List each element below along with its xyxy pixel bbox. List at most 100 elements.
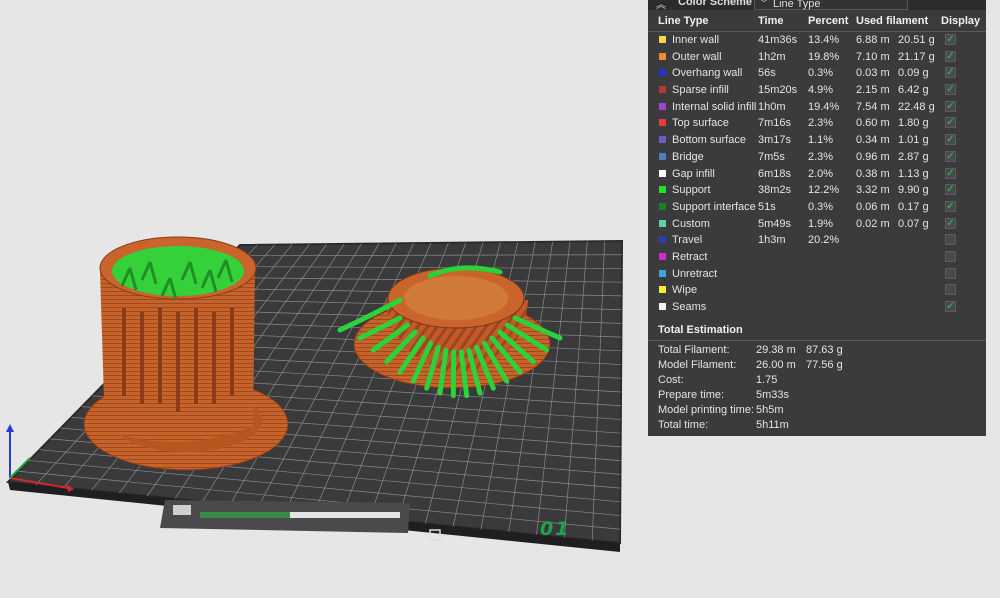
chevron-down-icon: ﹀ — [759, 0, 769, 10]
line-type-weight: 2.87 g — [898, 150, 929, 163]
total-value-length: 26.00 m — [756, 359, 796, 371]
plate-strip-icon-left — [173, 505, 191, 515]
line-type-length: 0.60 m — [856, 117, 890, 130]
line-type-name: Gap infill — [672, 167, 715, 180]
color-swatch — [659, 119, 666, 127]
display-checkbox[interactable]: ✓ — [945, 50, 956, 62]
collapse-icon[interactable]: ︽ — [656, 0, 666, 11]
line-type-row: Support interface 51s 0.3% 0.06 m 0.17 g ✓ — [648, 199, 986, 216]
plate-strip-bar-fill — [200, 512, 290, 518]
dome-top-inner — [404, 276, 508, 320]
total-label: Model printing time: — [658, 404, 754, 416]
display-checkbox[interactable] — [945, 234, 956, 246]
display-checkbox[interactable] — [945, 267, 956, 279]
line-type-name: Support — [672, 184, 711, 197]
color-scheme-select[interactable]: ﹀ Line Type — [754, 0, 908, 10]
line-type-percent: 0.3% — [808, 67, 834, 80]
line-type-weight: 6.42 g — [898, 84, 929, 97]
header-used-filament: Used filament — [856, 15, 929, 27]
color-swatch — [659, 36, 666, 43]
total-label: Total Filament: — [658, 344, 730, 356]
line-type-length: 7.10 m — [856, 50, 890, 63]
line-type-name: Outer wall — [672, 50, 722, 63]
header-line-type: Line Type — [658, 15, 709, 27]
display-checkbox[interactable]: ✓ — [945, 100, 956, 112]
color-swatch — [659, 286, 666, 294]
cup-slot — [212, 312, 216, 404]
display-checkbox[interactable]: ✓ — [945, 217, 956, 229]
line-type-name: Retract — [672, 250, 708, 263]
line-type-time: 1h2m — [758, 50, 786, 63]
line-type-percent: 2.3% — [808, 117, 834, 130]
line-type-percent: 1.1% — [808, 134, 834, 147]
line-type-time: 1h3m — [758, 234, 786, 247]
line-type-percent: 19.4% — [808, 100, 840, 113]
color-swatch — [659, 152, 666, 160]
display-checkbox[interactable]: ✓ — [945, 167, 956, 179]
total-value-length: 29.38 m — [756, 344, 796, 356]
display-checkbox[interactable]: ✓ — [945, 84, 956, 96]
total-value-weight: 77.56 g — [806, 359, 843, 371]
line-type-weight: 0.07 g — [898, 217, 929, 230]
color-swatch — [659, 52, 666, 60]
color-swatch — [659, 269, 666, 277]
line-type-row: Bottom surface 3m17s 1.1% 0.34 m 1.01 g ✓ — [648, 132, 986, 149]
color-swatch — [659, 136, 666, 144]
line-type-weight: 1.01 g — [898, 134, 929, 147]
display-checkbox[interactable]: ✓ — [945, 150, 956, 162]
total-label: Model Filament: — [658, 359, 737, 371]
line-type-row: Wipe — [648, 282, 986, 299]
line-type-weight: 21.17 g — [898, 50, 935, 63]
line-type-percent: 20.2% — [808, 234, 840, 247]
line-type-name: Travel — [672, 234, 703, 247]
line-type-row: Outer wall 1h2m 19.8% 7.10 m 21.17 g ✓ — [648, 49, 986, 66]
total-value: 5h11m — [756, 419, 789, 431]
line-type-weight: 1.13 g — [898, 167, 929, 180]
color-swatch — [659, 202, 666, 210]
line-type-name: Seams — [672, 301, 707, 313]
line-type-row: Internal solid infill 1h0m 19.4% 7.54 m 22.4… — [648, 99, 986, 116]
total-divider — [648, 340, 986, 341]
line-type-time: 5m49s — [758, 217, 792, 230]
total-value: 5m33s — [756, 389, 790, 401]
line-type-name: Overhang wall — [672, 67, 743, 80]
line-type-name: Sparse infill — [672, 84, 729, 97]
display-checkbox[interactable]: ✓ — [945, 184, 956, 196]
total-label: Total time: — [658, 419, 709, 431]
line-type-weight: 20.51 g — [898, 34, 935, 46]
color-swatch — [659, 169, 666, 177]
cup-slot — [140, 312, 144, 404]
line-type-length: 0.96 m — [856, 150, 890, 163]
header-display: Display — [941, 15, 981, 27]
line-type-time: 15m20s — [758, 84, 798, 97]
cup-slot — [176, 312, 180, 412]
line-type-percent: 12.2% — [808, 184, 840, 197]
line-type-row: Bridge 7m5s 2.3% 0.96 m 2.87 g ✓ — [648, 149, 986, 166]
line-type-row: Seams ✓ — [648, 299, 986, 316]
display-checkbox[interactable]: ✓ — [945, 301, 956, 312]
line-type-row: Overhang wall 56s 0.3% 0.03 m 0.09 g ✓ — [648, 65, 986, 82]
display-checkbox[interactable]: ✓ — [945, 67, 956, 79]
plate-number-label: 01 — [540, 518, 571, 540]
line-type-weight: 9.90 g — [898, 184, 929, 197]
display-checkbox[interactable]: ✓ — [945, 34, 956, 45]
color-swatch — [659, 236, 666, 244]
line-type-name: Support interface — [672, 200, 756, 213]
line-type-length: 0.38 m — [856, 167, 890, 180]
line-type-weight: 22.48 g — [898, 100, 935, 113]
line-type-length: 0.02 m — [856, 217, 890, 230]
line-type-name: Unretract — [672, 267, 718, 280]
display-checkbox[interactable]: ✓ — [945, 200, 956, 212]
display-checkbox[interactable]: ✓ — [945, 134, 956, 146]
line-type-list: Inner wall 41m36s 13.4% 6.88 m 20.51 g ✓ Oute… — [648, 32, 986, 316]
axis-z-arrow — [6, 424, 14, 432]
line-type-name: Inner wall — [672, 34, 720, 46]
line-type-time: 3m17s — [758, 134, 792, 147]
line-type-name: Top surface — [672, 117, 729, 130]
line-type-percent: 1.9% — [808, 217, 834, 230]
cup-slot — [122, 308, 126, 396]
cup-slot — [158, 308, 162, 404]
display-checkbox[interactable]: ✓ — [945, 117, 956, 129]
display-checkbox[interactable] — [945, 250, 956, 262]
display-checkbox[interactable] — [945, 284, 956, 296]
